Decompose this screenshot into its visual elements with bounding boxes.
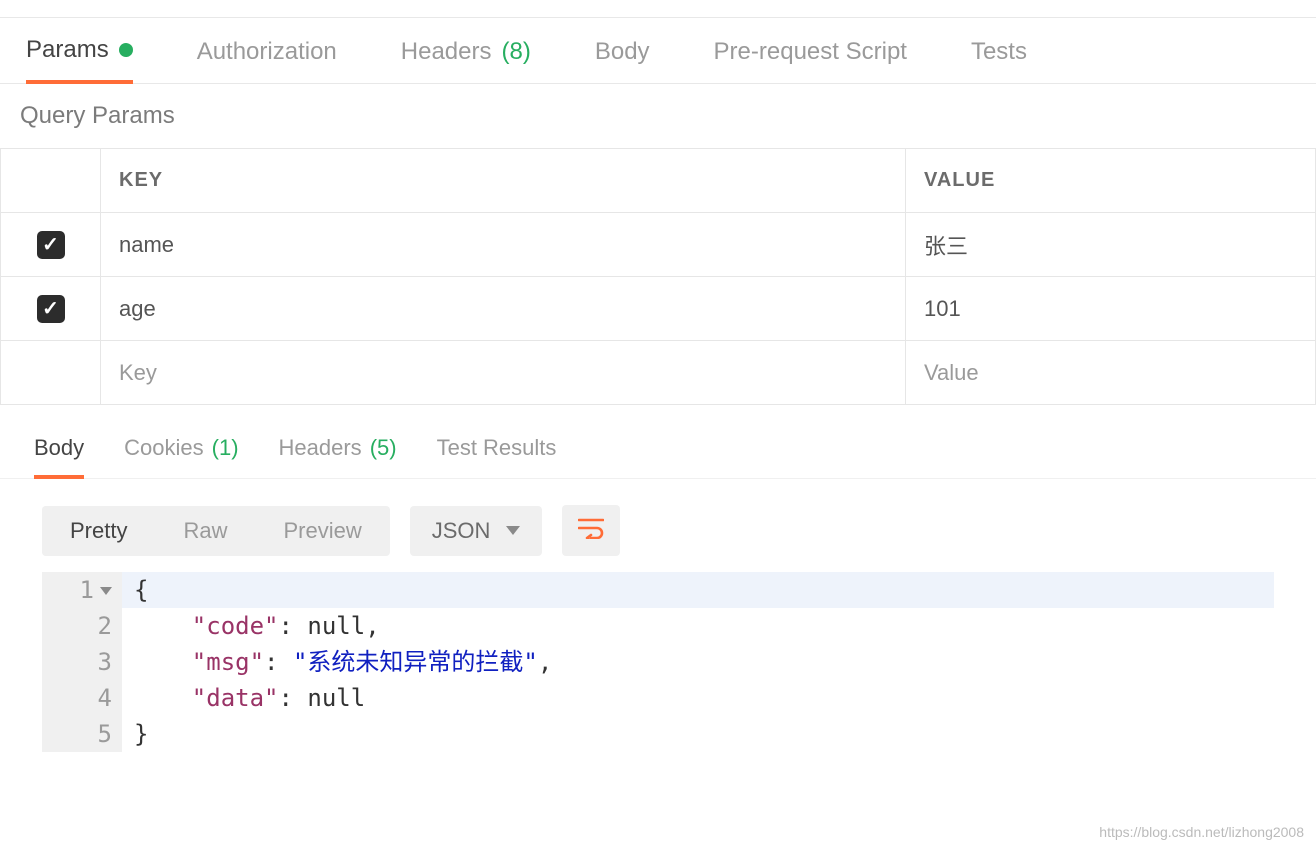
line-number: 5 xyxy=(42,716,122,752)
table-row-new xyxy=(1,341,1316,405)
row-checkbox[interactable]: ✓ xyxy=(37,231,65,259)
line-content: "data": null xyxy=(122,680,1274,716)
line-number: 4 xyxy=(42,680,122,716)
resp-tab-cookies-label: Cookies xyxy=(124,435,203,464)
tab-authorization[interactable]: Authorization xyxy=(197,38,337,82)
tab-headers[interactable]: Headers (8) xyxy=(401,38,531,82)
tab-tests-label: Tests xyxy=(971,38,1027,66)
query-params-title: Query Params xyxy=(0,84,1316,148)
tab-prerequest[interactable]: Pre-request Script xyxy=(714,38,907,82)
param-value[interactable]: 101 xyxy=(906,277,1316,341)
tab-prerequest-label: Pre-request Script xyxy=(714,38,907,66)
view-pretty-button[interactable]: Pretty xyxy=(42,506,155,556)
response-tabs: Body Cookies (1) Headers (5) Test Result… xyxy=(0,405,1316,479)
tab-body-label: Body xyxy=(595,38,650,66)
view-raw-button[interactable]: Raw xyxy=(155,506,255,556)
wrap-lines-button[interactable] xyxy=(562,505,620,556)
params-dirty-dot-icon xyxy=(119,43,133,57)
resp-tab-testresults-label: Test Results xyxy=(437,435,557,464)
line-number: 2 xyxy=(42,608,122,644)
code-line: 5} xyxy=(42,716,1274,752)
line-content: "msg": "系统未知异常的拦截", xyxy=(122,644,1274,680)
request-tabs: Params Authorization Headers (8) Body Pr… xyxy=(0,18,1316,84)
resp-tab-cookies[interactable]: Cookies (1) xyxy=(124,435,238,478)
table-row: ✓ age 101 xyxy=(1,277,1316,341)
col-value-header: VALUE xyxy=(906,149,1316,213)
line-number: 1 xyxy=(42,572,122,608)
view-preview-button[interactable]: Preview xyxy=(255,506,389,556)
response-toolbar: Pretty Raw Preview JSON xyxy=(0,479,1316,566)
tab-params[interactable]: Params xyxy=(26,36,133,84)
tab-params-label: Params xyxy=(26,36,109,64)
tab-body[interactable]: Body xyxy=(595,38,650,82)
param-key[interactable]: age xyxy=(101,277,906,341)
resp-tab-headers-label: Headers xyxy=(279,435,362,464)
line-content: } xyxy=(122,716,1274,752)
format-select[interactable]: JSON xyxy=(410,506,543,556)
wrap-icon xyxy=(578,517,604,539)
tab-tests[interactable]: Tests xyxy=(971,38,1027,82)
tab-headers-count: (8) xyxy=(502,38,531,66)
resp-tab-cookies-count: (1) xyxy=(212,435,239,464)
col-check-header xyxy=(1,149,101,213)
resp-tab-body[interactable]: Body xyxy=(34,435,84,479)
param-key[interactable]: name xyxy=(101,213,906,277)
watermark: https://blog.csdn.net/lizhong2008 xyxy=(1099,824,1304,840)
resp-tab-headers[interactable]: Headers (5) xyxy=(279,435,397,478)
param-value[interactable]: 张三 xyxy=(906,213,1316,277)
row-checkbox[interactable]: ✓ xyxy=(37,295,65,323)
new-value-input[interactable] xyxy=(924,360,1315,386)
code-line: 1{ xyxy=(42,572,1274,608)
chevron-down-icon xyxy=(506,526,520,535)
line-number: 3 xyxy=(42,644,122,680)
tab-headers-label: Headers xyxy=(401,38,492,66)
code-line: 3 "msg": "系统未知异常的拦截", xyxy=(42,644,1274,680)
resp-tab-body-label: Body xyxy=(34,435,84,461)
resp-tab-testresults[interactable]: Test Results xyxy=(437,435,557,478)
tab-authorization-label: Authorization xyxy=(197,38,337,66)
response-body-viewer[interactable]: 1{2 "code": null,3 "msg": "系统未知异常的拦截",4 … xyxy=(42,572,1274,752)
table-row: ✓ name 张三 xyxy=(1,213,1316,277)
line-content: { xyxy=(122,572,1274,608)
format-select-label: JSON xyxy=(432,518,491,544)
code-line: 4 "data": null xyxy=(42,680,1274,716)
code-line: 2 "code": null, xyxy=(42,608,1274,644)
line-content: "code": null, xyxy=(122,608,1274,644)
new-key-input[interactable] xyxy=(119,360,905,386)
resp-tab-headers-count: (5) xyxy=(370,435,397,464)
view-mode-group: Pretty Raw Preview xyxy=(42,506,390,556)
col-key-header: KEY xyxy=(101,149,906,213)
query-params-table: KEY VALUE ✓ name 张三 ✓ age 101 xyxy=(0,148,1316,405)
